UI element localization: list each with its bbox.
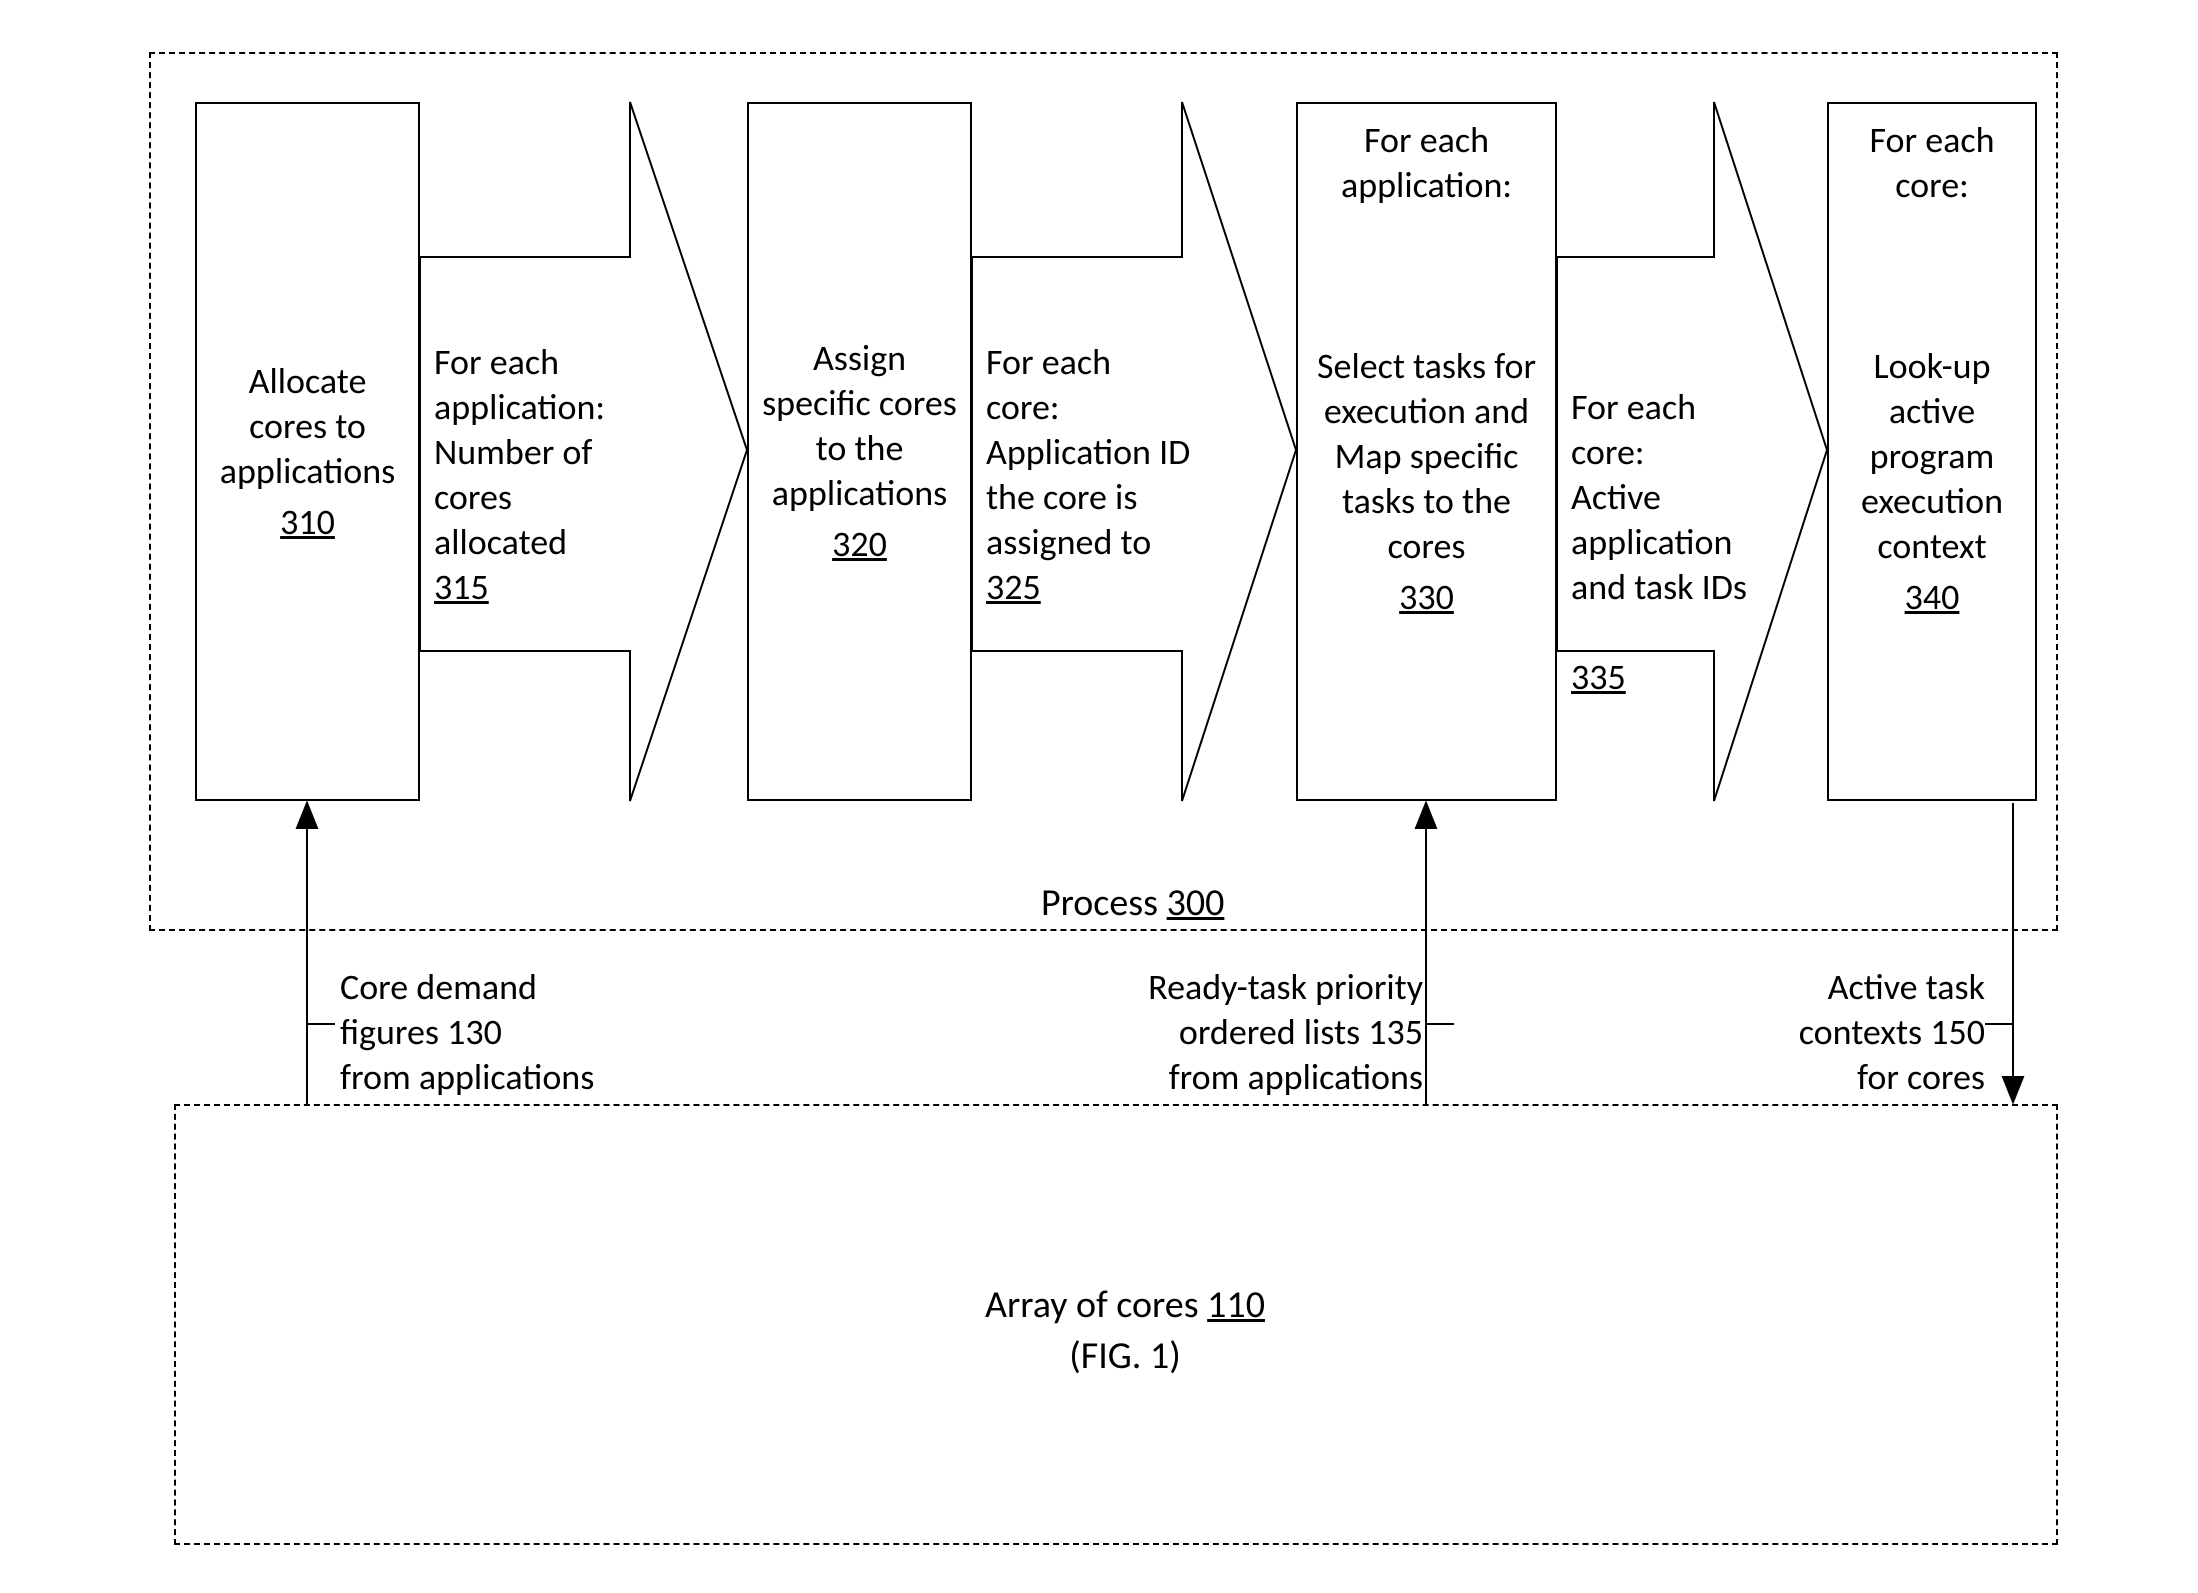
process-label-ref: 300 [1167,880,1225,926]
output-150-l3: for cores [1770,1055,1985,1100]
input-130-l1: Core demand [340,965,594,1010]
output-arrow-150 [2003,803,2023,1102]
array-label-row: Array of cores 110 [955,1280,1295,1331]
arrow-335-text: For each core: Active application and ta… [1571,340,1761,745]
output-150-label: Active task contexts 150 for cores [1770,965,1985,1100]
input-130-l3: from applications [340,1055,594,1100]
array-sub: (FIG. 1) [955,1331,1295,1382]
output-150-l1: Active task [1770,965,1985,1010]
arrow-325-text: For each core: Application ID the core i… [986,340,1191,610]
arrow-325-ref: 325 [986,565,1191,610]
arrow-325-body: For each core: Application ID the core i… [986,340,1191,565]
arrow-335-ref: 335 [1571,655,1761,700]
process-label-text: Process [1041,880,1158,926]
array-of-cores-label: Array of cores 110 (FIG. 1) [955,1280,1295,1383]
process-label: Process 300 [1041,880,1224,926]
array-label-text: Array of cores [985,1282,1199,1328]
arrow-315-text: For each application: Number of cores al… [434,340,639,610]
diagram-canvas: Allocate cores to applications 310 Assig… [0,0,2198,1593]
input-135-l2: ordered lists 135 [1113,1010,1423,1055]
output-150-l2: contexts 150 [1770,1010,1985,1055]
arrow-315-body: For each application: Number of cores al… [434,340,639,565]
arrow-335-body: For each core: Active application and ta… [1571,385,1761,610]
input-130-label: Core demand figures 130 from application… [340,965,594,1100]
array-label-ref: 110 [1207,1282,1265,1328]
input-130-l2: figures 130 [340,1010,594,1055]
arrow-315-ref: 315 [434,565,639,610]
input-135-label: Ready-task priority ordered lists 135 fr… [1113,965,1423,1100]
input-135-l3: from applications [1113,1055,1423,1100]
input-arrow-130 [297,803,317,1104]
input-135-l1: Ready-task priority [1113,965,1423,1010]
